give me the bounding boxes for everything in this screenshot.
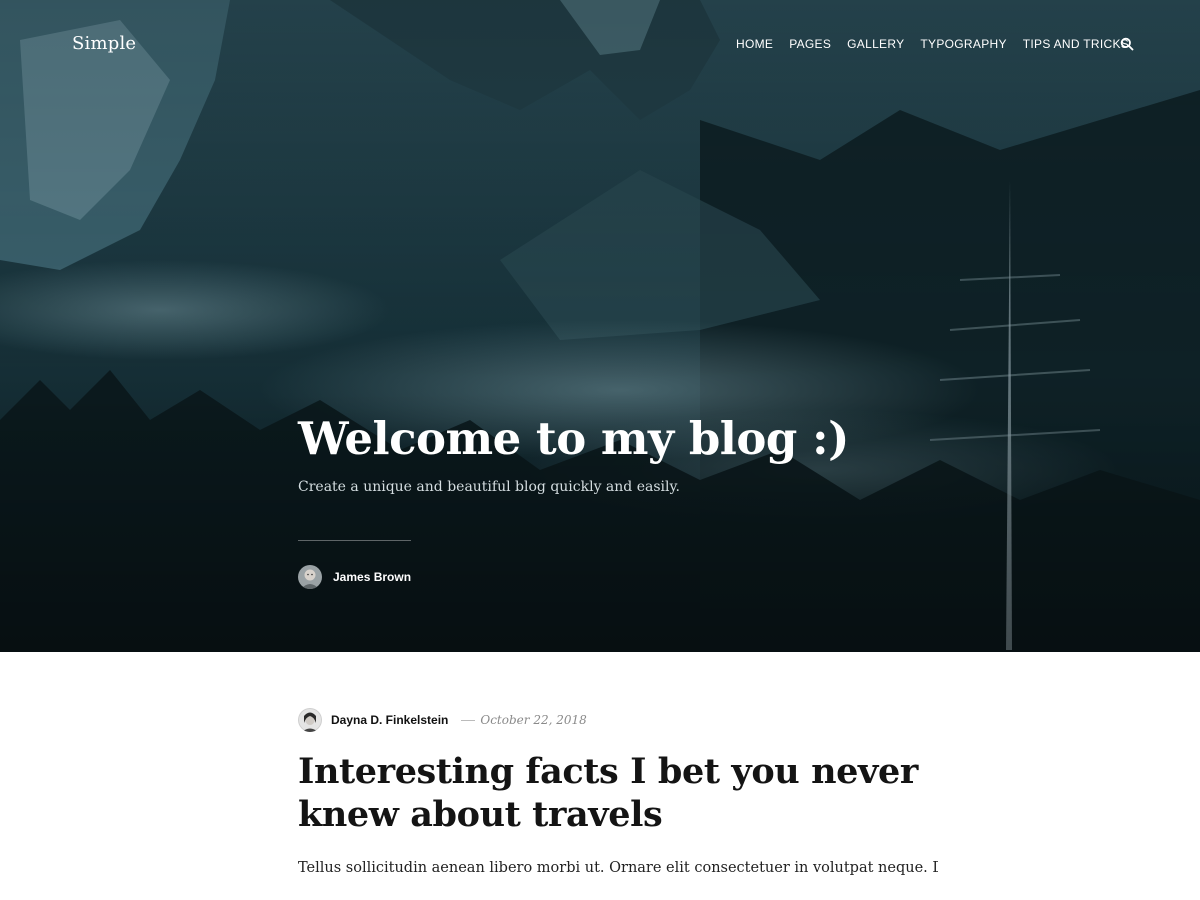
main-navigation: HOME PAGES GALLERY TYPOGRAPHY TIPS AND T… (736, 37, 1129, 51)
nav-item-home[interactable]: HOME (736, 37, 773, 51)
post-author-name[interactable]: Dayna D. Finkelstein (331, 713, 448, 727)
post-meta: Dayna D. Finkelstein October 22, 2018 (298, 708, 587, 732)
hero-title: Welcome to my blog :) (298, 412, 849, 465)
search-button[interactable] (1120, 37, 1134, 51)
avatar-icon[interactable] (298, 708, 322, 732)
search-icon (1120, 37, 1134, 51)
hero-author[interactable]: James Brown (298, 565, 411, 589)
nav-item-pages[interactable]: PAGES (789, 37, 831, 51)
post-date: October 22, 2018 (480, 713, 587, 727)
site-title-logo[interactable]: Simple (72, 33, 136, 54)
hero-divider (298, 540, 411, 541)
hero-section: Simple HOME PAGES GALLERY TYPOGRAPHY TIP… (0, 0, 1200, 652)
post-excerpt: Tellus sollicitudin aenean libero morbi … (298, 860, 938, 876)
nav-item-typography[interactable]: TYPOGRAPHY (920, 37, 1006, 51)
hero-author-name: James Brown (333, 570, 412, 584)
hero-background-image (0, 0, 1200, 652)
hero-subtitle: Create a unique and beautiful blog quick… (298, 479, 680, 495)
nav-item-gallery[interactable]: GALLERY (847, 37, 904, 51)
avatar-icon (298, 565, 322, 589)
post-title[interactable]: Interesting facts I bet you never knew a… (298, 750, 938, 836)
meta-separator (461, 719, 476, 721)
nav-item-tips-and-tricks[interactable]: TIPS AND TRICKS (1023, 37, 1129, 51)
